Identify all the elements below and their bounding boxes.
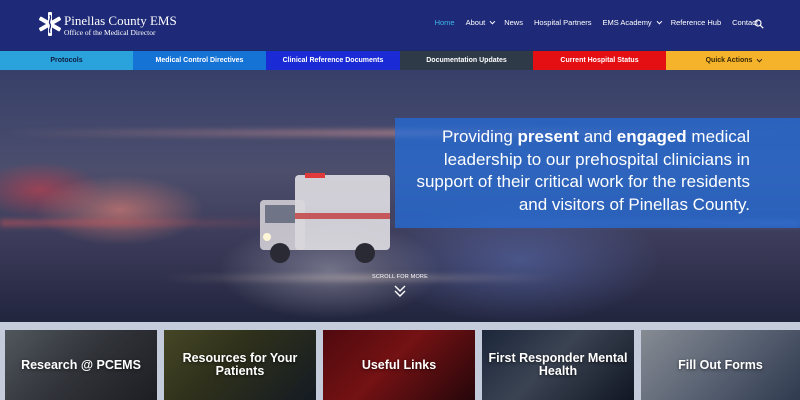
chevron-down-icon [656,18,662,24]
card-fill-out-forms[interactable]: Fill Out Forms [641,330,800,400]
site-header: Pinellas County EMS Office of the Medica… [0,0,800,50]
logo-subtitle: Office of the Medical Director [64,28,156,37]
clinical-reference-documents-button[interactable]: Clinical Reference Documents [266,51,400,70]
double-chevron-down-icon[interactable] [393,284,407,298]
logo-title: Pinellas County EMS [64,13,177,28]
nav-label: News [504,18,523,27]
card-title: Fill Out Forms [678,357,763,372]
card-research[interactable]: Research @ PCEMS [5,330,157,400]
tagline-part: and [578,127,617,146]
card-first-responder-mental-health[interactable]: First Responder Mental Health [482,330,634,400]
nav-label: Hospital Partners [533,18,592,27]
scroll-for-more-link[interactable]: SCROLL FOR MORE [350,274,450,280]
site-logo[interactable]: Pinellas County EMS Office of the Medica… [38,10,218,42]
nav-item-ems-academy[interactable]: EMS Academy [602,18,662,27]
current-hospital-status-button[interactable]: Current Hospital Status [533,51,666,70]
nav-label: EMS Academy [602,18,652,27]
nav-item-news[interactable]: News [504,18,523,27]
nav-item-about[interactable]: About [465,18,496,27]
nav-label: Reference Hub [670,18,722,27]
card-title: Resources for Your Patients [182,351,298,378]
quick-actions-label: Quick Actions [705,57,753,64]
tagline-emphasis: present [517,127,579,146]
nav-label: Home [434,18,455,27]
nav-item-home[interactable]: Home [435,18,455,27]
tagline-emphasis: engaged [616,127,687,146]
nav-label: About [465,18,486,27]
protocols-button[interactable]: Protocols [0,51,133,70]
quick-actions-button[interactable]: Quick Actions [666,51,800,70]
tagline-part: Providing [441,127,518,146]
card-title: Useful Links [361,357,437,372]
nav-item-reference-hub[interactable]: Reference Hub [671,18,721,27]
documentation-updates-button[interactable]: Documentation Updates [400,51,533,70]
ambulance-image [260,173,390,263]
main-nav: Home About News Hospital Partners EMS Ac… [424,18,758,27]
card-resources-for-patients[interactable]: Resources for Your Patients [164,330,316,400]
card-title: Research @ PCEMS [21,357,141,372]
nav-item-hospital-partners[interactable]: Hospital Partners [534,18,592,27]
card-title: First Responder Mental Health [488,351,628,378]
chevron-down-icon [756,56,763,62]
hero-section: Providing present and engaged medical le… [0,70,800,322]
chevron-down-icon [489,18,496,24]
quick-link-bar: Protocols Medical Control Directives Cli… [0,51,800,70]
hero-tagline: Providing present and engaged medical le… [405,126,750,216]
medical-control-directives-button[interactable]: Medical Control Directives [133,51,266,70]
star-of-life-icon [38,12,62,36]
card-useful-links[interactable]: Useful Links [323,330,475,400]
search-icon[interactable] [754,19,764,29]
